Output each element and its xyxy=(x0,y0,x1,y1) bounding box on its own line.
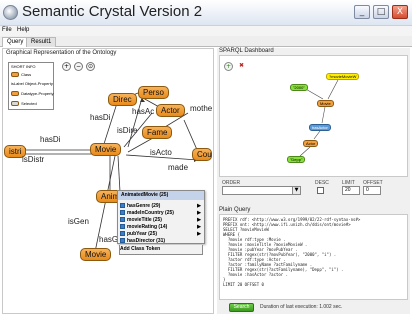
menu-help[interactable]: Help xyxy=(17,27,29,33)
context-menu-item-hasdirector[interactable]: hasDirector (31) xyxy=(120,237,204,245)
legend-row-object-property: isLabel Object-Property xyxy=(11,81,53,86)
crystal-ball-icon xyxy=(3,5,18,20)
window-title: Semantic Crystal Version 2 xyxy=(22,3,203,20)
zoom-in-icon[interactable]: + xyxy=(62,62,71,71)
edge-label-isdistr: isDistr xyxy=(22,155,45,164)
context-menu-header: AnimatedMovie (25) xyxy=(118,191,204,200)
remove-icon[interactable]: ✖ xyxy=(237,62,246,71)
class-context-menu: AnimatedMovie (25) hasGenre (29) ▶ madeIn… xyxy=(117,190,205,244)
search-button[interactable]: Search xyxy=(229,303,254,312)
chevron-down-icon[interactable]: ▼ xyxy=(292,187,300,194)
zoom-out-icon[interactable]: − xyxy=(74,62,83,71)
node-country[interactable]: Cou xyxy=(192,148,212,161)
datatype-swatch xyxy=(11,91,19,97)
plain-query-heading: Plain Query xyxy=(219,207,251,213)
property-icon xyxy=(120,217,125,222)
property-icon xyxy=(120,203,125,208)
title-bar: Semantic Crystal Version 2 _ □ X xyxy=(0,0,412,26)
offset-field[interactable]: 0 xyxy=(363,186,381,195)
legend-row-class: Class xyxy=(11,72,32,78)
desc-label: DESC xyxy=(315,180,329,186)
context-menu-label: hasDirector (31) xyxy=(127,238,166,244)
edge-label-hasdi-2: hasDi xyxy=(40,135,61,144)
close-button[interactable]: X xyxy=(392,5,408,19)
legend-text-object-property: Object-Property xyxy=(24,81,53,86)
dashboard-node-movie[interactable]: Movie xyxy=(317,100,334,107)
tab-query[interactable]: Query xyxy=(2,37,29,47)
limit-field[interactable]: 20 xyxy=(342,186,360,195)
selected-swatch xyxy=(11,101,19,107)
tab-result1[interactable]: Result1 xyxy=(26,37,57,47)
legend-text-selected: Selected xyxy=(21,101,37,106)
property-icon xyxy=(120,231,125,236)
menu-bar: File Help xyxy=(0,26,412,36)
edge-label-hasac: hasAc xyxy=(132,107,155,116)
plain-query-textarea[interactable]: PREFIX rdf: <http://www.w3.org/1999/02/2… xyxy=(219,214,408,300)
property-icon xyxy=(120,224,125,229)
tab-bar: Query Result1 xyxy=(0,36,412,47)
edge-label-isgen: isGen xyxy=(68,217,89,226)
desc-checkbox[interactable] xyxy=(317,187,324,194)
dashboard-heading: SPARQL Dashboard xyxy=(219,48,274,54)
minimize-button[interactable]: _ xyxy=(354,5,370,19)
property-icon xyxy=(120,238,125,243)
class-swatch xyxy=(11,72,19,78)
zoom-reset-icon[interactable]: ⊙ xyxy=(86,62,95,71)
dashboard-node-year-literal[interactable]: "2000" xyxy=(290,84,308,91)
legend-box: SHORT INFO Class isLabel Object-Property… xyxy=(8,62,54,110)
node-actor[interactable]: Actor xyxy=(156,104,185,117)
dashboard-node-has-actor[interactable]: hasActor xyxy=(309,124,331,131)
add-icon[interactable]: + xyxy=(224,62,233,71)
status-bar: Search Duration of last execution: 1.002… xyxy=(219,302,408,313)
execution-duration-text: Duration of last execution: 1.002 sec. xyxy=(260,304,343,310)
sparql-dashboard-canvas[interactable] xyxy=(219,55,408,177)
edge-label-made: made xyxy=(168,163,189,172)
node-fame[interactable]: Fame xyxy=(142,126,173,139)
legend-text-datatype-property: Datatype-Property xyxy=(21,91,54,96)
node-person[interactable]: Perso xyxy=(138,86,169,99)
edge-label-mothe: mothe xyxy=(190,104,213,113)
legend-row-selected: Selected xyxy=(11,101,37,107)
maximize-button[interactable]: □ xyxy=(373,5,389,19)
legend-text-class: Class xyxy=(21,72,32,77)
dashboard-node-title-var[interactable]: ?movieMovieW xyxy=(326,73,360,80)
node-movie-2[interactable]: Movie xyxy=(80,248,112,261)
node-director[interactable]: Direc xyxy=(108,93,137,106)
ontology-heading: Graphical Representation of the Ontology xyxy=(6,50,117,56)
property-icon xyxy=(120,210,125,215)
edge-label-isdire: isDire xyxy=(117,126,138,135)
order-select[interactable]: ▼ xyxy=(222,186,301,195)
dashboard-node-name-literal[interactable]: "Depp" xyxy=(287,156,306,163)
query-line: LIMIT 20 OFFSET 0 xyxy=(223,282,264,287)
add-class-token-item[interactable]: Add Class Token xyxy=(119,245,203,255)
legend-row-datatype-property: Datatype-Property xyxy=(11,91,54,97)
menu-file[interactable]: File xyxy=(2,27,12,33)
node-movie[interactable]: Movie xyxy=(90,143,122,156)
edge-label-hasdi: hasDi xyxy=(90,113,111,122)
edge-label-isacto: isActo xyxy=(150,148,172,157)
legend-title: SHORT INFO xyxy=(11,64,36,69)
legend-swatch-object-property: isLabel xyxy=(11,81,24,86)
dashboard-node-actor[interactable]: Actor xyxy=(303,140,319,147)
